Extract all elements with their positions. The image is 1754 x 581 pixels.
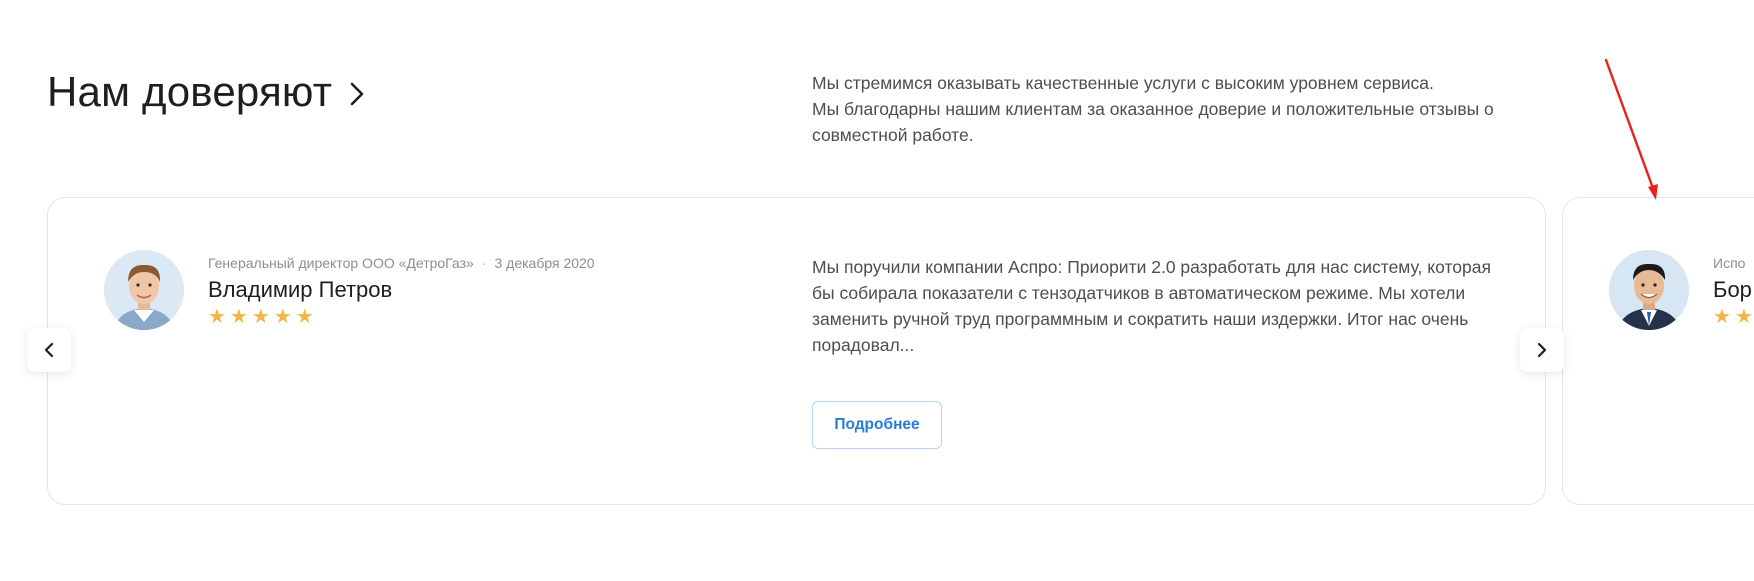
reviewer-name: Владимир Петров bbox=[208, 277, 393, 302]
review-date: 3 декабря 2020 bbox=[494, 255, 595, 271]
reviewer-position: Испо bbox=[1713, 255, 1746, 271]
intro-line-2: Мы благодарны нашим клиентам за оказанно… bbox=[812, 99, 1494, 145]
star-icon: ★ bbox=[1734, 306, 1753, 328]
avatar bbox=[1609, 250, 1689, 330]
star-icon: ★ bbox=[208, 306, 226, 328]
person-avatar-image bbox=[104, 250, 184, 330]
annotation-arrow-icon bbox=[1604, 58, 1658, 200]
avatar bbox=[104, 250, 184, 330]
star-icon: ★ bbox=[251, 306, 270, 328]
reviewer-position: Генеральный директор ООО «ДетроГаз» bbox=[208, 255, 474, 271]
review-meta: Генеральный директор ООО «ДетроГаз» · 3 де… bbox=[208, 255, 595, 271]
carousel-prev-button[interactable] bbox=[27, 328, 71, 372]
chevron-right-icon bbox=[1537, 342, 1547, 358]
star-icon: ★ bbox=[273, 306, 292, 328]
intro-line-1: Мы стремимся оказывать качественные услу… bbox=[812, 73, 1434, 93]
star-icon: ★ bbox=[229, 306, 248, 328]
person-avatar-image bbox=[1609, 250, 1689, 330]
more-button[interactable]: Подробнее bbox=[812, 401, 942, 449]
chevron-right-icon bbox=[350, 82, 364, 106]
section-intro: Мы стремимся оказывать качественные услу… bbox=[812, 70, 1552, 148]
carousel-next-button[interactable] bbox=[1520, 328, 1564, 372]
review-text: Мы поручили компании Аспро: Приорити 2.0… bbox=[812, 257, 1491, 355]
reviewer-name: Бор bbox=[1713, 277, 1752, 302]
star-icon: ★ bbox=[295, 306, 314, 328]
section-title: Нам доверяют bbox=[47, 68, 333, 115]
rating-stars: ★ ★ ★ bbox=[1713, 307, 1754, 327]
chevron-left-icon bbox=[44, 342, 54, 358]
review-card: Генеральный директор ООО «ДетроГаз» · 3 де… bbox=[47, 197, 1546, 505]
review-card-next[interactable]: Испо Бор ★ ★ ★ bbox=[1562, 197, 1754, 505]
rating-stars: ★ ★ ★ ★ ★ bbox=[208, 307, 314, 327]
star-icon: ★ bbox=[1713, 306, 1731, 328]
reviews-page: Нам доверяют Мы стремимся оказывать каче… bbox=[0, 0, 1754, 581]
section-title-link[interactable]: Нам доверяют bbox=[47, 68, 368, 116]
meta-separator: · bbox=[481, 255, 487, 271]
